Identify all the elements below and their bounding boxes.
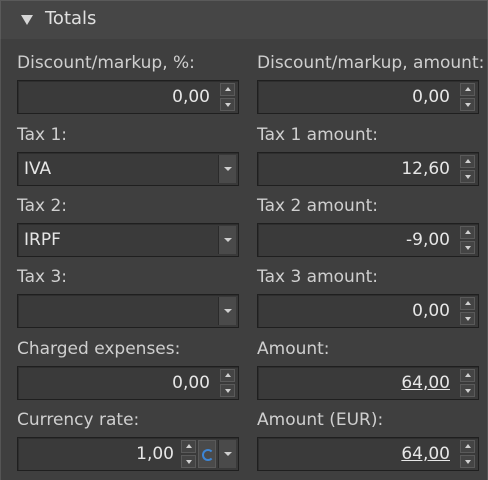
spin-down-icon[interactable] <box>460 241 475 254</box>
discount-amount-value: 0,00 <box>412 87 450 107</box>
refresh-icon <box>202 449 214 461</box>
tax2-amount-input[interactable]: -9,00 <box>257 223 479 257</box>
amount-eur-label: Amount (EUR): <box>257 410 384 430</box>
discount-amount-label: Discount/markup, amount: <box>257 53 485 73</box>
amount-value: 64,00 <box>401 373 450 393</box>
charged-expenses-value: 0,00 <box>172 373 210 393</box>
tax1-amount-value: 12,60 <box>401 159 450 179</box>
currency-rate-spinner[interactable] <box>181 440 196 468</box>
spin-up-icon[interactable] <box>460 226 475 239</box>
amount-label: Amount: <box>257 339 330 359</box>
tax1-amount-spinner[interactable] <box>460 155 475 183</box>
amount-spinner[interactable] <box>460 369 475 397</box>
amount-eur-spinner[interactable] <box>460 440 475 468</box>
tax2-selected-value: IRPF <box>24 230 61 250</box>
discount-pct-spinner[interactable] <box>220 83 235 111</box>
charged-expenses-label: Charged expenses: <box>17 339 181 359</box>
spin-up-icon[interactable] <box>220 83 235 96</box>
discount-amount-spinner[interactable] <box>460 83 475 111</box>
tax3-amount-value: 0,00 <box>412 301 450 321</box>
collapse-triangle-icon[interactable] <box>21 15 33 25</box>
spin-up-icon[interactable] <box>460 369 475 382</box>
tax2-amount-value: -9,00 <box>406 230 450 250</box>
spin-down-icon[interactable] <box>460 455 475 468</box>
section-title: Totals <box>45 8 97 29</box>
totals-section-body: Discount/markup, %: 0,00 Discount/markup… <box>0 39 488 480</box>
currency-rate-label: Currency rate: <box>17 410 140 430</box>
tax2-amount-label: Tax 2 amount: <box>257 196 378 216</box>
tax2-label: Tax 2: <box>17 196 67 216</box>
tax1-amount-label: Tax 1 amount: <box>257 125 378 145</box>
charged-expenses-spinner[interactable] <box>220 369 235 397</box>
currency-rate-dropdown-icon[interactable] <box>218 440 236 468</box>
tax3-select[interactable] <box>17 294 239 328</box>
spin-up-icon[interactable] <box>460 83 475 96</box>
tax1-dropdown-icon[interactable] <box>218 155 236 183</box>
totals-panel: Totals Discount/markup, %: 0,00 Discount… <box>0 0 488 480</box>
tax1-amount-input[interactable]: 12,60 <box>257 152 479 186</box>
refresh-rate-button[interactable] <box>198 440 216 468</box>
charged-expenses-input[interactable]: 0,00 <box>17 366 239 400</box>
spin-up-icon[interactable] <box>181 440 196 453</box>
currency-rate-input[interactable]: 1,00 <box>17 437 239 471</box>
spin-down-icon[interactable] <box>460 312 475 325</box>
tax3-amount-label: Tax 3 amount: <box>257 267 378 287</box>
tax2-dropdown-icon[interactable] <box>218 226 236 254</box>
tax3-label: Tax 3: <box>17 267 67 287</box>
discount-amount-input[interactable]: 0,00 <box>257 80 479 114</box>
currency-rate-value: 1,00 <box>136 444 174 464</box>
discount-pct-input[interactable]: 0,00 <box>17 80 239 114</box>
spin-up-icon[interactable] <box>460 155 475 168</box>
spin-down-icon[interactable] <box>460 170 475 183</box>
tax1-select[interactable]: IVA <box>17 152 239 186</box>
tax1-selected-value: IVA <box>24 159 52 179</box>
amount-eur-input[interactable]: 64,00 <box>257 437 479 471</box>
spin-down-icon[interactable] <box>460 384 475 397</box>
tax3-amount-spinner[interactable] <box>460 297 475 325</box>
spin-up-icon[interactable] <box>220 369 235 382</box>
amount-eur-value: 64,00 <box>401 444 450 464</box>
spin-down-icon[interactable] <box>220 384 235 397</box>
tax3-amount-input[interactable]: 0,00 <box>257 294 479 328</box>
spin-down-icon[interactable] <box>220 98 235 111</box>
spin-up-icon[interactable] <box>460 297 475 310</box>
discount-pct-value: 0,00 <box>172 87 210 107</box>
spin-up-icon[interactable] <box>460 440 475 453</box>
spin-down-icon[interactable] <box>181 455 196 468</box>
discount-pct-label: Discount/markup, %: <box>17 53 195 73</box>
tax2-select[interactable]: IRPF <box>17 223 239 257</box>
tax3-dropdown-icon[interactable] <box>218 297 236 325</box>
spin-down-icon[interactable] <box>460 98 475 111</box>
tax2-amount-spinner[interactable] <box>460 226 475 254</box>
amount-input[interactable]: 64,00 <box>257 366 479 400</box>
tax1-label: Tax 1: <box>17 125 67 145</box>
totals-section-header[interactable]: Totals <box>0 0 488 40</box>
